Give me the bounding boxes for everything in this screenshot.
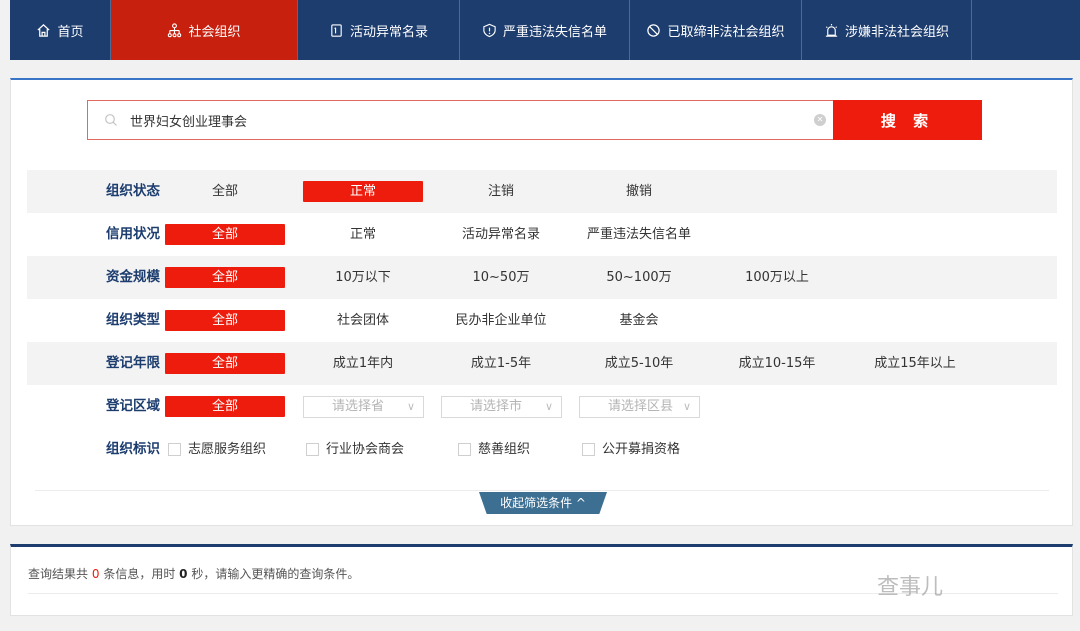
nav-item-banned-org[interactable]: 已取缔非法社会组织 [630, 0, 802, 60]
nav-label-home: 首页 [57, 24, 84, 40]
district-select-placeholder: 请选择区县 [608, 399, 674, 414]
nav-label-banned-org: 已取缔非法社会组织 [667, 24, 785, 40]
collapse-filters-label: 收起筛选条件 ^ [500, 496, 586, 510]
nav-label-serious-list: 严重违法失信名单 [502, 24, 607, 40]
nav-label-suspected-org: 涉嫌非法社会组织 [844, 24, 949, 40]
status-option-normal[interactable]: 正常 [303, 181, 423, 202]
type-option-private-nonenterprise[interactable]: 民办非企业单位 [441, 310, 561, 331]
filter-row-capital: 资金规模 全部 10万以下 10~50万 50~100万 100万以上 [27, 256, 1057, 299]
results-mid2: 秒，请输入更精确的查询条件。 [191, 567, 360, 581]
status-option-cancelled[interactable]: 注销 [441, 181, 561, 202]
alarm-bell-icon [825, 23, 838, 37]
divider [35, 490, 1049, 491]
shield-warning-icon [483, 23, 496, 37]
capital-option-all[interactable]: 全部 [165, 267, 285, 288]
nav-item-abnormal-list[interactable]: 活动异常名录 [298, 0, 460, 60]
capital-option-under-10w[interactable]: 10万以下 [303, 267, 423, 288]
collapse-filters-button[interactable]: 收起筛选条件 ^ [479, 492, 607, 514]
filter-row-marks: 组织标识 志愿服务组织 行业协会商会 慈善组织 公开募捐资格 [27, 428, 1057, 471]
search-icon [105, 114, 117, 126]
type-option-all[interactable]: 全部 [165, 310, 285, 331]
credit-option-normal[interactable]: 正常 [303, 224, 423, 245]
mark-label-fundraising: 公开募捐资格 [602, 442, 681, 457]
checkbox-icon[interactable] [306, 443, 319, 456]
years-option-1-5[interactable]: 成立1-5年 [441, 353, 561, 374]
filter-row-status: 组织状态 全部 正常 注销 撤销 [27, 170, 1057, 213]
results-panel: 查询结果共 0 条信息，用时 0 秒，请输入更精确的查询条件。 查事儿 [10, 544, 1073, 616]
years-option-10-15[interactable]: 成立10-15年 [717, 353, 837, 374]
mark-label-charity: 慈善组织 [478, 442, 531, 457]
mark-label-volunteer: 志愿服务组织 [188, 442, 267, 457]
chevron-down-icon: ∨ [682, 400, 691, 413]
filter-row-years: 登记年限 全部 成立1年内 成立1-5年 成立5-10年 成立10-15年 成立… [27, 342, 1057, 385]
nav-label-abnormal-list: 活动异常名录 [349, 24, 428, 40]
filter-label-years: 登记年限 [106, 355, 160, 371]
results-summary: 查询结果共 0 条信息，用时 0 秒，请输入更精确的查询条件。 [28, 565, 359, 582]
mark-checkbox-charity[interactable]: 慈善组织 [458, 439, 530, 460]
nav-label-social-org: 社会组织 [188, 24, 241, 40]
city-select[interactable]: 请选择市 ∨ [441, 396, 562, 418]
ban-icon [647, 23, 661, 37]
results-count: 0 [91, 567, 100, 581]
capital-option-10-50w[interactable]: 10~50万 [441, 267, 561, 288]
filter-row-type: 组织类型 全部 社会团体 民办非企业单位 基金会 [27, 299, 1057, 342]
mark-checkbox-fundraising[interactable]: 公开募捐资格 [582, 439, 680, 460]
credit-option-abnormal[interactable]: 活动异常名录 [441, 224, 561, 245]
filter-label-credit: 信用状况 [106, 226, 160, 242]
org-tree-icon [168, 22, 182, 37]
credit-option-serious[interactable]: 严重违法失信名单 [579, 224, 699, 245]
nav-item-serious-list[interactable]: 严重违法失信名单 [460, 0, 630, 60]
watermark: 查事儿 [877, 575, 944, 600]
doc-list-icon [331, 23, 342, 37]
search-box: ✕ [87, 100, 834, 140]
nav-bar: 首页 社会组织 活动异常名录 严重违法失信名单 已取缔非法社会组织 涉嫌非法社会… [10, 0, 1080, 60]
filter-label-region: 登记区域 [106, 398, 160, 414]
results-mid1: 条信息，用时 [103, 567, 176, 581]
type-option-foundation[interactable]: 基金会 [579, 310, 699, 331]
filter-row-region: 登记区域 全部 请选择省 ∨ 请选择市 ∨ 请选择区县 ∨ [27, 385, 1057, 428]
checkbox-icon[interactable] [582, 443, 595, 456]
nav-item-social-org[interactable]: 社会组织 [111, 0, 298, 60]
chevron-down-icon: ∨ [406, 400, 415, 413]
years-option-within-1[interactable]: 成立1年内 [303, 353, 423, 374]
checkbox-icon[interactable] [458, 443, 471, 456]
nav-item-home[interactable]: 首页 [10, 0, 111, 60]
province-select-placeholder: 请选择省 [332, 399, 385, 414]
province-select[interactable]: 请选择省 ∨ [303, 396, 424, 418]
district-select[interactable]: 请选择区县 ∨ [579, 396, 700, 418]
nav-item-suspected-org[interactable]: 涉嫌非法社会组织 [802, 0, 972, 60]
mark-label-industry: 行业协会商会 [326, 442, 405, 457]
mark-checkbox-volunteer[interactable]: 志愿服务组织 [168, 439, 266, 460]
status-option-revoked[interactable]: 撤销 [579, 181, 699, 202]
years-option-over-15[interactable]: 成立15年以上 [855, 353, 975, 374]
top-nav: 首页 社会组织 活动异常名录 严重违法失信名单 已取缔非法社会组织 涉嫌非法社会… [0, 0, 1080, 60]
type-option-social-group[interactable]: 社会团体 [303, 310, 423, 331]
checkbox-icon[interactable] [168, 443, 181, 456]
chevron-down-icon: ∨ [544, 400, 553, 413]
status-option-all[interactable]: 全部 [165, 181, 285, 202]
filter-label-status: 组织状态 [106, 183, 160, 199]
search-button[interactable]: 搜 索 [833, 100, 982, 140]
filter-label-marks: 组织标识 [106, 441, 160, 457]
filter-label-capital: 资金规模 [106, 269, 160, 285]
search-input[interactable] [130, 112, 780, 128]
results-time: 0 [179, 567, 188, 581]
filter-row-credit: 信用状况 全部 正常 活动异常名录 严重违法失信名单 [27, 213, 1057, 256]
region-option-all[interactable]: 全部 [165, 396, 285, 417]
filter-label-type: 组织类型 [106, 312, 160, 328]
results-prefix: 查询结果共 [28, 567, 89, 581]
clear-icon[interactable]: ✕ [814, 114, 826, 126]
years-option-all[interactable]: 全部 [165, 353, 285, 374]
capital-option-over-100w[interactable]: 100万以上 [717, 267, 837, 288]
home-icon [37, 23, 51, 37]
filter-panel: ✕ 搜 索 组织状态 全部 正常 注销 撤销 信用状况 全部 正常 活动异常名录… [10, 78, 1073, 526]
capital-option-50-100w[interactable]: 50~100万 [579, 267, 699, 288]
years-option-5-10[interactable]: 成立5-10年 [579, 353, 699, 374]
credit-option-all[interactable]: 全部 [165, 224, 285, 245]
city-select-placeholder: 请选择市 [470, 399, 523, 414]
mark-checkbox-industry[interactable]: 行业协会商会 [306, 439, 404, 460]
